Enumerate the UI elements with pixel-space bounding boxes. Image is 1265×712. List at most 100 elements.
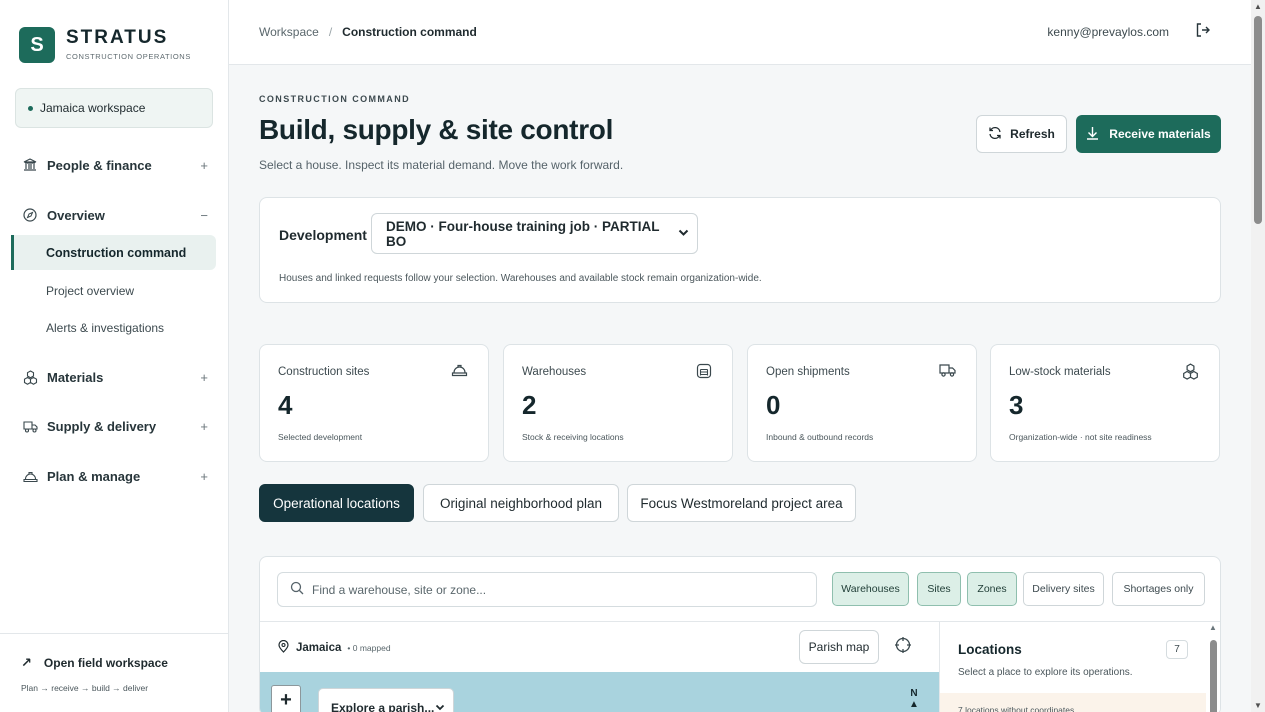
filter-delivery-sites[interactable]: Delivery sites (1023, 572, 1104, 606)
map-card: Find a warehouse, site or zone... Wareho… (259, 556, 1221, 712)
stat-value: 3 (1009, 390, 1024, 420)
page-subtitle: Select a house. Inspect its material dem… (259, 158, 624, 172)
brand-logo: S (19, 27, 55, 63)
hardhat-icon (22, 468, 38, 484)
refresh-label: Refresh (1010, 127, 1055, 141)
stat-card-open-shipments[interactable]: Open shipments 0 Inbound & outbound reco… (747, 344, 977, 462)
stat-card-low-stock-materials[interactable]: Low-stock materials 3 Organization-wide … (990, 344, 1220, 462)
receive-materials-button[interactable]: Receive materials (1076, 115, 1221, 153)
topbar: Workspace / Construction command kenny@pre… (229, 0, 1251, 65)
refresh-button[interactable]: Refresh (976, 115, 1067, 153)
workspace-status-dot (28, 105, 33, 111)
brand[interactable]: S STRATUS CONSTRUCTION OPERATIONS (19, 27, 191, 63)
bank-icon (22, 157, 38, 173)
collapse-icon: − (200, 207, 208, 223)
stat-label: Low-stock materials (1009, 366, 1111, 378)
locations-subtitle: Select a place to explore its operations… (958, 667, 1133, 678)
nav-group-materials[interactable]: Materials + (22, 369, 208, 385)
locations-scrollbar[interactable]: ▲ (1208, 622, 1218, 712)
map-canvas[interactable]: + Explore a parish... N ▲ (260, 672, 940, 712)
cubes-icon (1182, 363, 1199, 384)
zoom-in-button[interactable]: + (271, 685, 301, 712)
scroll-up-icon[interactable]: ▲ (1209, 623, 1217, 632)
breadcrumb-current: Construction command (342, 25, 477, 39)
stat-value: 2 (522, 390, 537, 420)
footer-subtitle: Plan → receive → build → deliver (21, 683, 149, 693)
filter-sites[interactable]: Sites (917, 572, 961, 606)
page-eyebrow: CONSTRUCTION COMMAND (259, 94, 410, 104)
nav-group-supply-delivery[interactable]: Supply & delivery + (22, 418, 208, 434)
truck-icon (22, 418, 38, 434)
user-email: kenny@prevaylos.com (1047, 25, 1169, 39)
stat-label: Open shipments (766, 366, 850, 378)
stat-note: Selected development (278, 432, 363, 442)
breadcrumb: Workspace / Construction command (259, 25, 477, 39)
development-select[interactable]: DEMO · Four-house training job · PARTIAL… (371, 213, 698, 254)
mapped-count: • 0 mapped (347, 643, 391, 653)
filter-warehouses[interactable]: Warehouses (832, 572, 909, 606)
stat-card-construction-sites[interactable]: Construction sites 4 Selected developmen… (259, 344, 489, 462)
filter-shortages-only[interactable]: Shortages only (1112, 572, 1205, 606)
compass-icon (22, 207, 38, 223)
footer-title: Open field workspace (43, 656, 168, 670)
sidebar-item-alerts-investigations[interactable]: Alerts & investigations (46, 321, 164, 335)
tab-focus-westmoreland[interactable]: Focus Westmoreland project area (627, 484, 856, 522)
crosshair-icon[interactable] (894, 636, 912, 659)
development-card: Development DEMO · Four-house training j… (259, 197, 1221, 303)
map-toolbar: Jamaica • 0 mapped Parish map (260, 621, 940, 672)
search-placeholder: Find a warehouse, site or zone... (312, 582, 487, 597)
sidebar-footer: ↗ Open field workspace Plan → receive → … (0, 633, 228, 712)
warehouse-icon (696, 363, 712, 383)
hardhat-icon (451, 363, 468, 381)
locations-panel: Locations 7 Select a place to explore it… (939, 621, 1220, 712)
explore-parish-select[interactable]: Explore a parish... (318, 688, 454, 712)
scrollbar-thumb[interactable] (1254, 16, 1262, 224)
breadcrumb-workspace[interactable]: Workspace (259, 25, 319, 39)
open-field-workspace-link[interactable]: ↗ Open field workspace (21, 655, 168, 671)
scroll-down-icon[interactable]: ▼ (1254, 701, 1262, 710)
expand-icon: + (200, 468, 208, 484)
scroll-up-icon[interactable]: ▲ (1254, 2, 1262, 11)
explore-parish-label: Explore a parish... (331, 701, 435, 712)
tab-operational-locations[interactable]: Operational locations (259, 484, 414, 522)
development-selected-value: DEMO · Four-house training job · PARTIAL… (386, 218, 660, 249)
logout-icon[interactable] (1195, 22, 1211, 42)
map-region: Jamaica • 0 mapped (278, 639, 391, 656)
breadcrumb-separator: / (328, 25, 333, 39)
stat-value: 4 (278, 390, 293, 420)
search-icon (290, 581, 304, 598)
region-name: Jamaica (296, 642, 342, 654)
chevron-down-icon (435, 703, 445, 712)
sidebar: S STRATUS CONSTRUCTION OPERATIONS Jamaic… (0, 0, 229, 712)
scrollbar-thumb[interactable] (1210, 640, 1217, 712)
compass-arrow-icon: ▲ (909, 699, 919, 710)
download-icon (1086, 126, 1099, 143)
workspace-selector[interactable]: Jamaica workspace (15, 88, 213, 128)
nav-group-people-finance[interactable]: People & finance + (22, 157, 208, 173)
nav-group-overview[interactable]: Overview − (22, 207, 208, 223)
filter-zones[interactable]: Zones (967, 572, 1017, 606)
page-title: Build, supply & site control (259, 114, 614, 145)
nav-group-label: Supply & delivery (47, 418, 157, 434)
expand-icon: + (200, 157, 208, 173)
nav-group-label: Overview (47, 207, 105, 223)
stat-card-warehouses[interactable]: Warehouses 2 Stock & receiving locations (503, 344, 733, 462)
development-note: Houses and linked requests follow your s… (279, 273, 762, 284)
compass-label: N (910, 688, 918, 699)
expand-icon: + (200, 369, 208, 385)
stat-note: Organization-wide · not site readiness (1009, 432, 1152, 442)
sidebar-item-construction-command[interactable]: Construction command (11, 235, 216, 270)
receive-materials-label: Receive materials (1109, 127, 1211, 141)
chevron-down-icon (678, 228, 689, 240)
refresh-icon (988, 126, 1002, 143)
north-compass: N ▲ (909, 688, 919, 710)
stat-value: 0 (766, 390, 781, 420)
stat-label: Construction sites (278, 366, 370, 378)
tab-original-neighborhood-plan[interactable]: Original neighborhood plan (423, 484, 619, 522)
nav-group-plan-manage[interactable]: Plan & manage + (22, 468, 208, 484)
sidebar-item-project-overview[interactable]: Project overview (46, 284, 134, 298)
nav-group-label: Plan & manage (47, 468, 141, 484)
location-search-input[interactable]: Find a warehouse, site or zone... (277, 572, 817, 607)
parish-map-button[interactable]: Parish map (799, 630, 879, 664)
page-scrollbar[interactable]: ▲ ▼ (1251, 0, 1265, 712)
